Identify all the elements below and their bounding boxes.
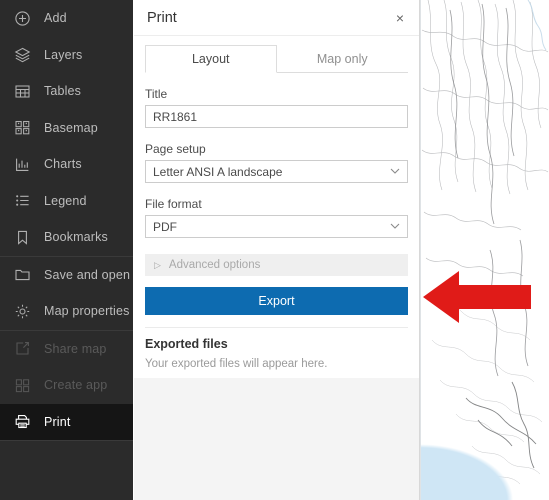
sidebar-item-basemap[interactable]: Basemap [0,110,133,147]
legend-list-icon [13,191,32,210]
map-left-edge [420,0,421,500]
print-panel: Print × Layout Map only Title RR1861 Pag… [134,0,420,500]
red-arrow-annotation [423,271,531,323]
printer-icon [13,412,32,431]
table-icon [13,82,32,101]
left-sidebar: Add Layers Tables Basemap Charts Legend … [0,0,133,500]
sidebar-item-label: Legend [44,193,87,208]
print-panel-content: Print × Layout Map only Title RR1861 Pag… [134,0,419,378]
sidebar-divider [0,440,133,441]
apps-grid-icon [13,376,32,395]
folder-icon [13,265,32,284]
sidebar-item-label: Save and open [44,267,131,282]
sidebar-item-legend[interactable]: Legend [0,183,133,220]
basemap-grid-icon [13,118,32,137]
tab-layout[interactable]: Layout [145,45,277,73]
plus-circle-icon [13,9,32,28]
print-tabs: Layout Map only [145,45,408,73]
title-field-group: Title RR1861 [145,87,408,128]
sidebar-item-label: Charts [44,157,82,172]
chevron-down-icon [390,167,400,177]
advanced-options-label: Advanced options [168,259,261,271]
page-title: Print [147,9,177,26]
file-format-select[interactable]: PDF [145,215,408,238]
sidebar-item-label: Bookmarks [44,230,108,245]
sidebar-item-label: Print [44,414,71,429]
sidebar-item-save-and-open[interactable]: Save and open [0,257,133,294]
sidebar-item-bookmarks[interactable]: Bookmarks [0,219,133,256]
export-button[interactable]: Export [145,287,408,315]
page-setup-group: Page setup Letter ANSI A landscape [145,142,408,183]
bar-chart-icon [13,155,32,174]
sidebar-item-tables[interactable]: Tables [0,73,133,110]
chevron-down-icon [390,222,400,232]
sidebar-item-label: Basemap [44,120,98,135]
sidebar-item-label: Layers [44,47,83,62]
title-input[interactable]: RR1861 [145,105,408,128]
file-format-value: PDF [153,219,177,234]
sidebar-item-label: Add [44,11,67,26]
tab-map-only[interactable]: Map only [276,45,408,73]
share-icon [13,339,32,358]
sidebar-item-add[interactable]: Add [0,0,133,37]
sidebar-item-label: Share map [44,341,107,356]
exported-files-heading: Exported files [145,337,228,351]
page-setup-select[interactable]: Letter ANSI A landscape [145,160,408,183]
page-setup-value: Letter ANSI A landscape [153,164,283,179]
gear-icon [13,302,32,321]
close-icon[interactable]: × [390,8,410,28]
layers-icon [13,45,32,64]
sidebar-item-create-app: Create app [0,367,133,404]
title-field-label: Title [145,87,168,101]
advanced-options-toggle[interactable]: ▷ Advanced options [145,254,408,276]
bookmark-icon [13,228,32,247]
sidebar-item-charts[interactable]: Charts [0,146,133,183]
file-format-label: File format [145,197,202,211]
ocean-water [420,380,549,500]
sidebar-item-layers[interactable]: Layers [0,37,133,74]
print-screen: Add Layers Tables Basemap Charts Legend … [0,0,549,500]
sidebar-item-print[interactable]: Print [0,403,133,440]
sidebar-item-label: Tables [44,84,82,99]
sidebar-item-map-properties[interactable]: Map properties [0,293,133,330]
triangle-right-icon: ▷ [154,259,161,270]
page-setup-label: Page setup [145,142,206,156]
sidebar-item-share-map: Share map [0,331,133,368]
sidebar-item-label: Map properties [44,304,130,319]
exported-files-divider [145,327,408,328]
sidebar-item-label: Create app [44,378,108,393]
file-format-group: File format PDF [145,197,408,238]
exported-files-empty-message: Your exported files will appear here. [145,358,328,370]
print-panel-header: Print × [134,0,419,36]
